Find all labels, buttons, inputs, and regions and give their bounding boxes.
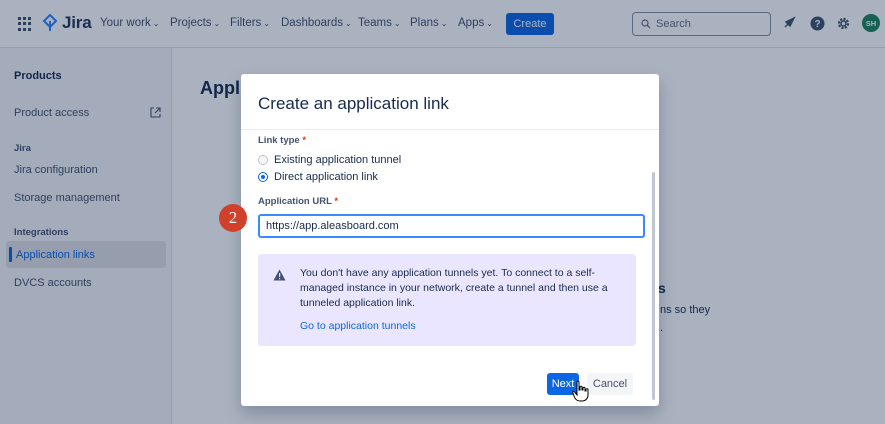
radio-existing-application-tunnel[interactable]: Existing application tunnel [258, 154, 401, 166]
required-marker: * [334, 196, 339, 207]
radio-label: Existing application tunnel [274, 154, 402, 166]
create-application-link-dialog: Create an application link Link type * E… [241, 74, 659, 406]
go-to-application-tunnels-link[interactable]: Go to application tunnels [300, 320, 416, 332]
modal-title: Create an application link [258, 94, 449, 113]
modal-scrollbar-thumb[interactable] [652, 172, 655, 400]
radio-unchecked-icon[interactable] [258, 155, 268, 165]
hand-cursor-icon [572, 380, 589, 402]
info-panel: You don't have any application tunnels y… [258, 254, 636, 346]
radio-direct-application-link[interactable]: Direct application link [258, 171, 378, 183]
link-type-label: Link type * [258, 135, 307, 146]
application-url-input[interactable] [258, 214, 645, 238]
info-message: You don't have any application tunnels y… [300, 267, 608, 309]
warning-icon [273, 269, 286, 281]
radio-label: Direct application link [274, 171, 378, 183]
step-number-badge: 2 [219, 204, 247, 232]
cancel-button[interactable]: Cancel [587, 373, 633, 395]
radio-checked-icon[interactable] [258, 172, 268, 182]
application-url-label: Application URL * [258, 196, 339, 207]
modal-divider [241, 129, 659, 130]
required-marker: * [302, 135, 307, 146]
